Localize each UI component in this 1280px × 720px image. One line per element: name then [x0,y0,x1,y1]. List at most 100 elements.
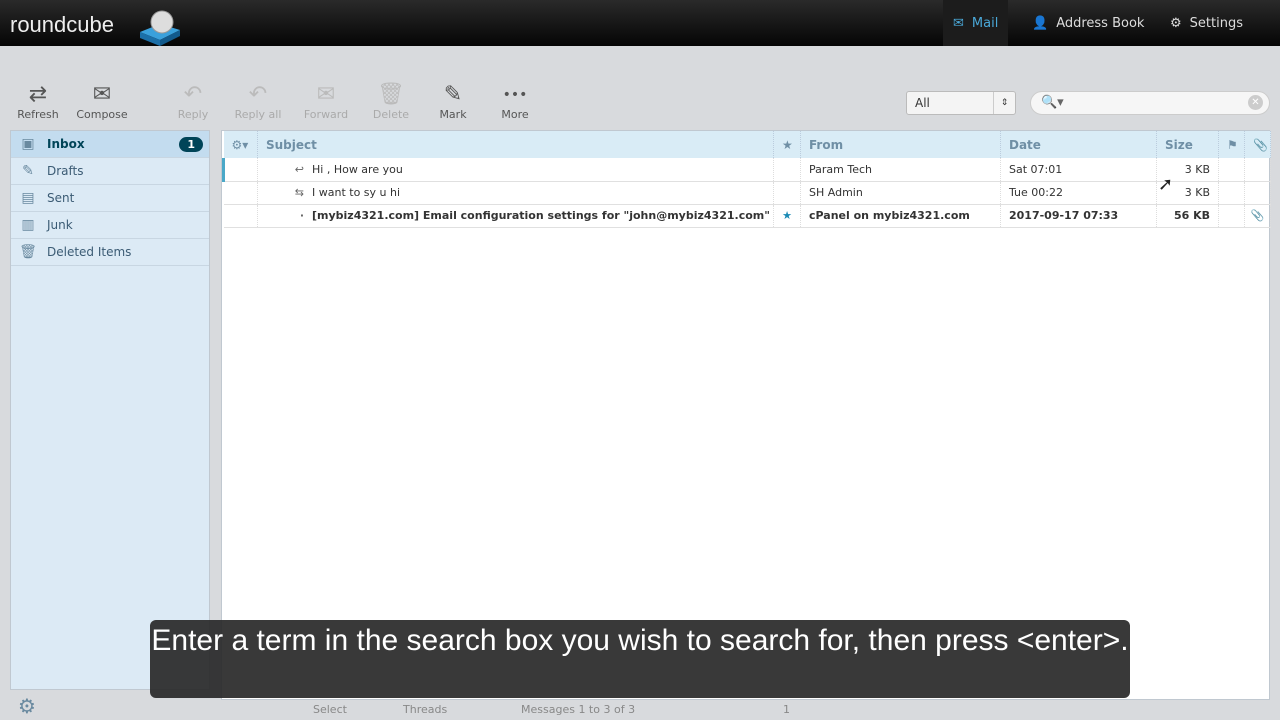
folder-deleted-items[interactable]: 🗑 Deleted Items [11,239,209,266]
folder-label: Drafts [47,164,84,178]
folder-drafts[interactable]: ✎ Drafts [11,158,209,185]
folder-label: Junk [47,218,73,232]
folder-settings-gear-icon[interactable]: ⚙ [18,694,36,718]
column-date[interactable]: Date [1000,131,1157,158]
column-from[interactable]: From [800,131,1001,158]
sent-icon: ▤ [21,190,35,206]
nav-settings[interactable]: ⚙ Settings [1160,0,1253,46]
attachment-icon [1244,158,1271,182]
caption-overlay: Enter a term in the search box you wish … [150,620,1130,698]
top-bar: roundcube ✉ Mail 👤 Address Book ⚙ Settings [0,0,1280,46]
select-menu[interactable]: Select [313,701,347,719]
star-icon: ★ [773,204,801,228]
list-options-gear-icon[interactable]: ⚙▾ [223,131,258,158]
reply-status-icon: ⇆ [294,186,304,199]
forward-button[interactable]: ✉ Forward [300,82,352,121]
subject-cell: · [mybiz4321.com] Email configuration set… [257,204,774,228]
nav-mail[interactable]: ✉ Mail [943,0,1009,46]
label: Delete [372,108,410,121]
from-cell: SH Admin [800,181,1001,205]
refresh-icon: ⇄ [28,82,48,107]
message-count: Messages 1 to 3 of 3 [521,703,636,716]
label: Reply all [234,108,282,121]
reply-status-icon: ↩ [294,162,304,176]
logo: roundcube [10,12,114,37]
message-row[interactable]: ⇆ I want to sy u hi SH Admin Tue 00:22 3 KB [223,181,1271,205]
folder-sent[interactable]: ▤ Sent [11,185,209,212]
from-cell: Param Tech [800,158,1001,182]
subject-text: [mybiz4321.com] Email configuration sett… [312,209,770,222]
reply-status-icon: · [299,209,304,222]
column-attachment-icon[interactable]: 📎 [1244,131,1271,158]
date-cell: Tue 00:22 [1000,181,1157,205]
folder-label: Sent [47,191,75,205]
page-number[interactable]: 1 [783,701,790,719]
subject-text: I want to sy u hi [312,186,401,199]
subject-cell: ⇆ I want to sy u hi [257,181,774,205]
folder-junk[interactable]: ▥ Junk [11,212,209,239]
reply-all-icon: ↶ [248,82,268,107]
delete-button[interactable]: 🗑 Delete [368,82,414,121]
mark-icon: ✎ [443,82,463,107]
label: Compose [76,108,128,121]
column-flag-icon[interactable]: ⚑ [1218,131,1245,158]
message-row[interactable]: ↩ Hi , How are you Param Tech Sat 07:01 3 KB [222,158,1271,182]
mark-button[interactable]: ✎ Mark [434,82,472,121]
date-cell: 2017-09-17 07:33 [1000,204,1157,228]
drafts-icon: ✎ [22,163,34,179]
status-cell [223,181,258,205]
inbox-icon: ▣ [21,136,35,152]
junk-icon: ▥ [21,217,35,233]
forward-icon: ✉ [316,82,336,107]
column-size[interactable]: Size [1156,131,1219,158]
flag-cell [1218,181,1245,205]
from-cell: cPanel on mybiz4321.com [800,204,1001,228]
person-icon: 👤 [1032,15,1049,31]
folder-inbox[interactable]: ▣ Inbox 1 [11,131,209,158]
refresh-button[interactable]: ⇄ Refresh [16,82,60,121]
more-button[interactable]: ••• More [496,82,534,121]
folder-list: ▣ Inbox 1 ✎ Drafts ▤ Sent ▥ Junk 🗑 Deleted Ite… [10,130,210,690]
more-icon: ••• [502,87,528,103]
label: Reply [177,108,209,121]
attachment-icon [1244,181,1271,205]
column-subject[interactable]: Subject [257,131,774,158]
label: More [501,108,529,121]
compose-icon: ✉ [92,82,112,107]
column-flag-star-icon[interactable]: ★ [773,131,801,158]
star-icon [773,158,801,182]
nav-address-book[interactable]: 👤 Address Book [1022,0,1154,46]
label: Forward [303,108,349,121]
flag-cell [1218,204,1245,228]
folder-label: Inbox [47,137,85,151]
status-cell [223,204,258,228]
nav-label: Settings [1189,15,1243,31]
folder-label: Deleted Items [47,245,132,259]
unread-count-badge: 1 [179,136,203,152]
mouse-cursor-icon: ➚ [1158,174,1174,195]
roundcube-logo-icon [140,10,180,46]
attachment-icon: 📎 [1244,204,1271,228]
envelope-icon: ✉ [953,15,964,31]
star-icon [773,181,801,205]
label: Refresh [17,108,59,121]
list-footer: Select Threads Messages 1 to 3 of 3 1 [221,701,1270,720]
reply-icon: ↶ [183,82,203,107]
status-cell [222,158,258,182]
subject-cell: ↩ Hi , How are you [257,158,774,182]
message-row[interactable]: · [mybiz4321.com] Email configuration set… [223,204,1271,228]
flag-cell [1218,158,1245,182]
size-cell: 56 KB [1156,204,1219,228]
threads-menu[interactable]: Threads [403,701,447,719]
search-icon: 🔍▾ [1041,95,1064,110]
reply-button[interactable]: ↶ Reply [172,82,214,121]
trash-icon: 🗑 [377,82,405,107]
subject-text: Hi , How are you [312,162,403,176]
compose-button[interactable]: ✉ Compose [72,82,132,121]
filter-select[interactable]: All ⇕ [906,91,1016,115]
search-input[interactable]: 🔍▾ ✕ [1030,91,1270,115]
reply-all-button[interactable]: ↶ Reply all [228,82,288,121]
nav-label: Address Book [1056,15,1145,31]
clear-search-icon[interactable]: ✕ [1248,95,1263,110]
date-cell: Sat 07:01 [1000,158,1157,182]
